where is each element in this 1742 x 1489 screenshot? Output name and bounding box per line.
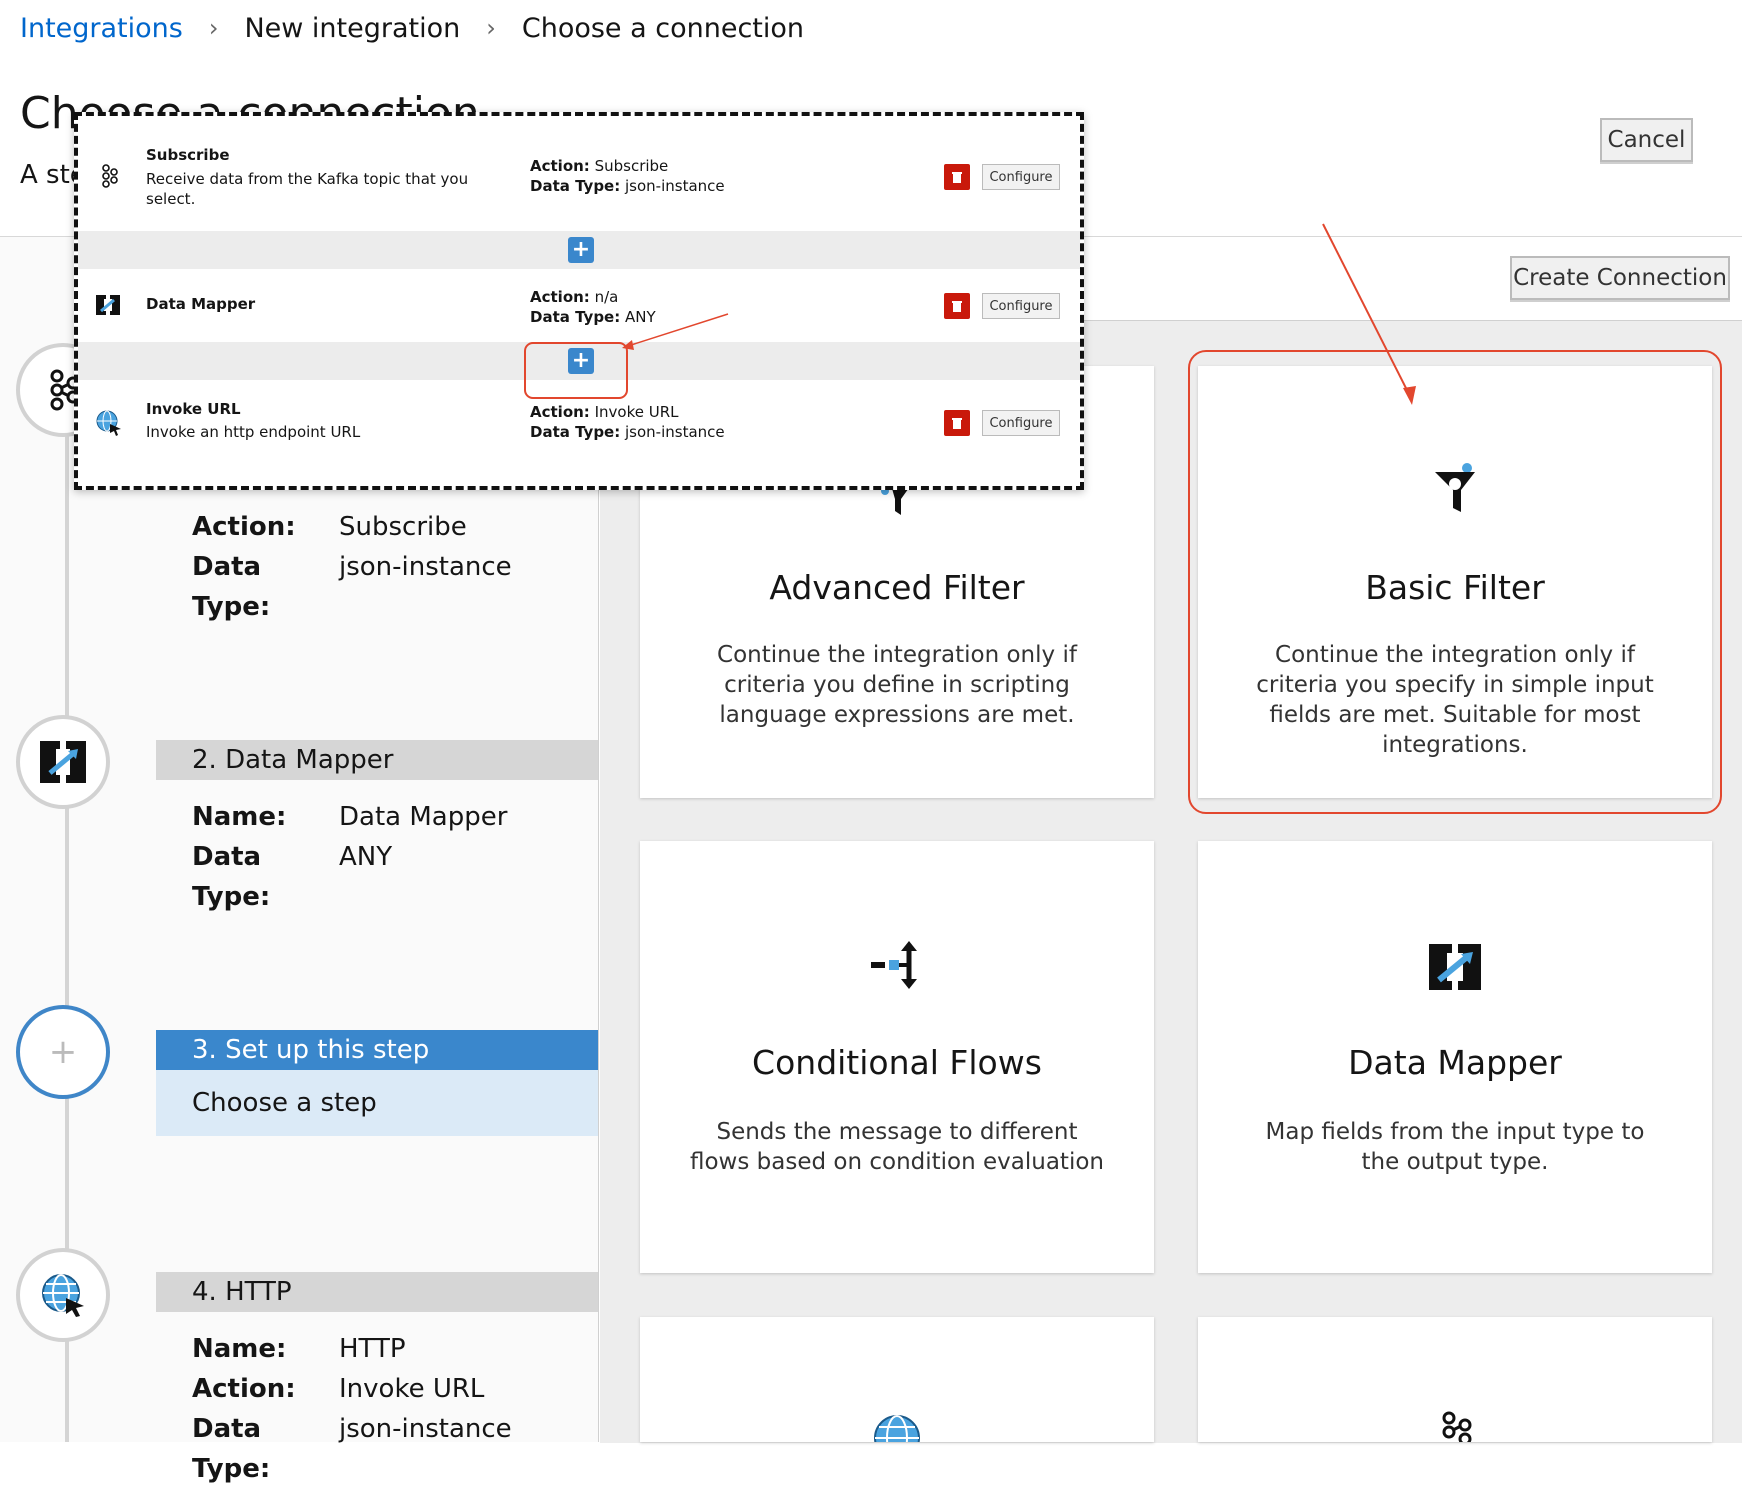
annotation-arrow-overlay — [622, 313, 729, 350]
annotation-arrowhead — [622, 340, 634, 350]
annotation-arrow-add-step — [627, 313, 729, 347]
